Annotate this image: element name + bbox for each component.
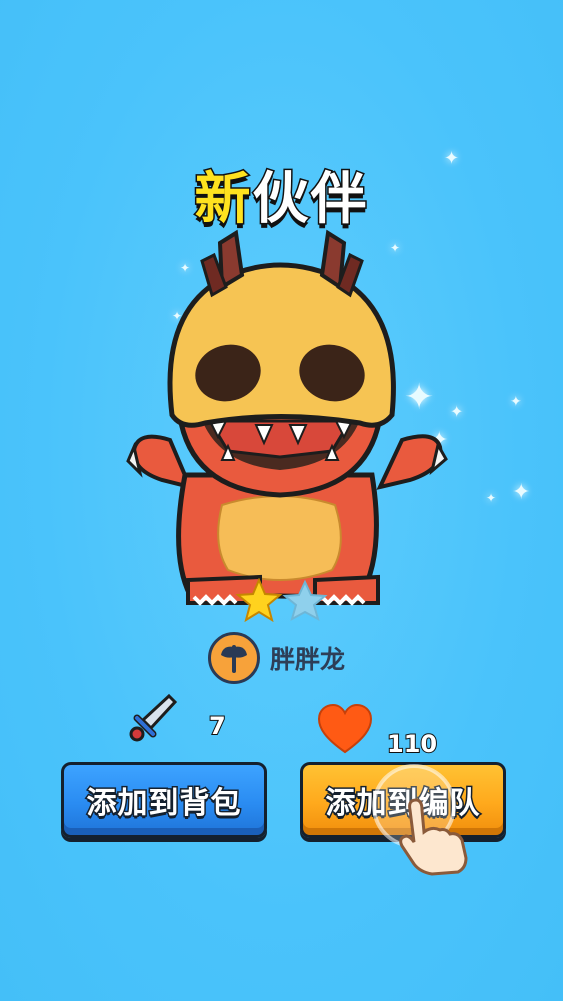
star-filled-icon xyxy=(235,578,283,622)
health-stat: 110 xyxy=(315,700,438,759)
add-to-bag-label: 添加到背包 xyxy=(85,785,242,823)
title-highlight: 新 xyxy=(193,166,253,234)
pet-character xyxy=(126,229,448,606)
new-partner-screen: ✦ ✦ ✦ ✦ ✦ ✦ ✦ ✦ ✦ ✦ 新伙伴 胖胖龙 7 110 添加到背包 … xyxy=(0,0,563,1001)
star-rating xyxy=(235,578,328,622)
health-value: 110 xyxy=(386,729,438,759)
pet-name-row: 胖胖龙 xyxy=(208,630,345,686)
sparkle-icon: ✦ xyxy=(486,491,497,505)
add-to-bag-button[interactable]: 添加到背包 xyxy=(61,762,267,838)
title-rest: 伙伴 xyxy=(251,166,369,234)
axe-icon xyxy=(221,645,247,673)
attack-value: 7 xyxy=(208,711,227,741)
pet-class-badge xyxy=(208,632,260,684)
attack-stat: 7 xyxy=(125,690,227,746)
pet-name: 胖胖龙 xyxy=(270,645,346,674)
sparkle-icon: ✦ xyxy=(512,480,531,505)
sword-icon xyxy=(129,693,178,742)
add-to-team-label: 添加到编队 xyxy=(324,785,481,823)
star-empty-icon xyxy=(282,579,328,622)
heart-icon xyxy=(317,703,373,754)
sparkle-icon: ✦ xyxy=(510,394,522,410)
add-to-team-button[interactable]: 添加到编队 xyxy=(300,762,506,838)
